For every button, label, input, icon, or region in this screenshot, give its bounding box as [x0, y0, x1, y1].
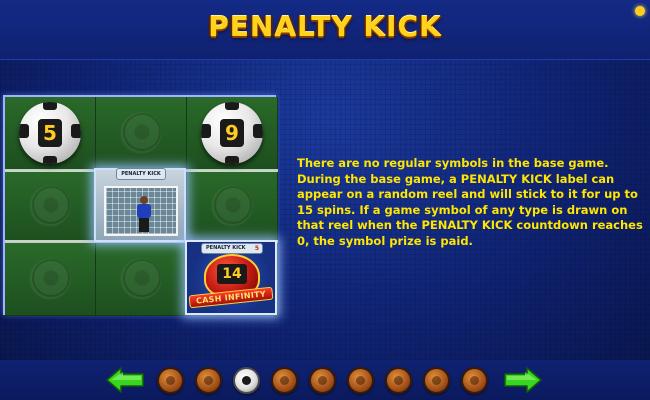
next-page-button[interactable]	[503, 367, 543, 393]
ball-watermark-icon	[123, 259, 161, 297]
page-dot[interactable]	[309, 367, 336, 394]
ball-watermark-icon	[214, 186, 252, 224]
penalty-kick-symbol: PENALTY KICK	[94, 168, 186, 242]
cash-value: 14	[217, 264, 247, 284]
cash-infinity-symbol: PENALTY KICK 5 14 CASH INFINITY	[185, 240, 277, 315]
ball-watermark-icon	[123, 113, 161, 151]
prev-page-button[interactable]	[105, 367, 145, 393]
page-dot[interactable]	[271, 367, 298, 394]
page-title: PENALTY KICK	[208, 10, 442, 43]
ball-number: 5	[38, 119, 62, 147]
page-dot[interactable]	[347, 367, 374, 394]
left-arrow-icon	[106, 367, 144, 393]
reel-cell	[96, 243, 187, 316]
reel-cell	[5, 243, 96, 316]
ball-number: 9	[220, 119, 244, 147]
goal-net	[104, 186, 178, 236]
rules-description: There are no regular symbols in the base…	[297, 156, 643, 248]
countdown-value: 5	[254, 245, 259, 252]
page-dot[interactable]	[385, 367, 412, 394]
corner-indicator	[635, 6, 645, 16]
soccer-ball-symbol: 9	[201, 102, 263, 164]
reel-cell	[96, 97, 187, 170]
ball-watermark-icon	[32, 259, 70, 297]
page-dot[interactable]	[157, 367, 184, 394]
page-dot[interactable]	[195, 367, 222, 394]
goalkeeper-icon	[136, 196, 152, 232]
page-dot[interactable]	[461, 367, 488, 394]
penalty-kick-label: PENALTY KICK	[116, 168, 166, 180]
cash-infinity-banner: CASH INFINITY	[188, 286, 274, 309]
penalty-kick-countdown-label: PENALTY KICK 5	[201, 243, 263, 254]
right-arrow-icon	[504, 367, 542, 393]
page-dot[interactable]	[423, 367, 450, 394]
soccer-ball-symbol: 5	[19, 102, 81, 164]
reel-cell	[5, 170, 96, 243]
ball-watermark-icon	[32, 186, 70, 224]
countdown-label-text: PENALTY KICK	[206, 245, 246, 251]
reel-cell	[187, 170, 278, 243]
page-dot-active[interactable]	[233, 367, 260, 394]
